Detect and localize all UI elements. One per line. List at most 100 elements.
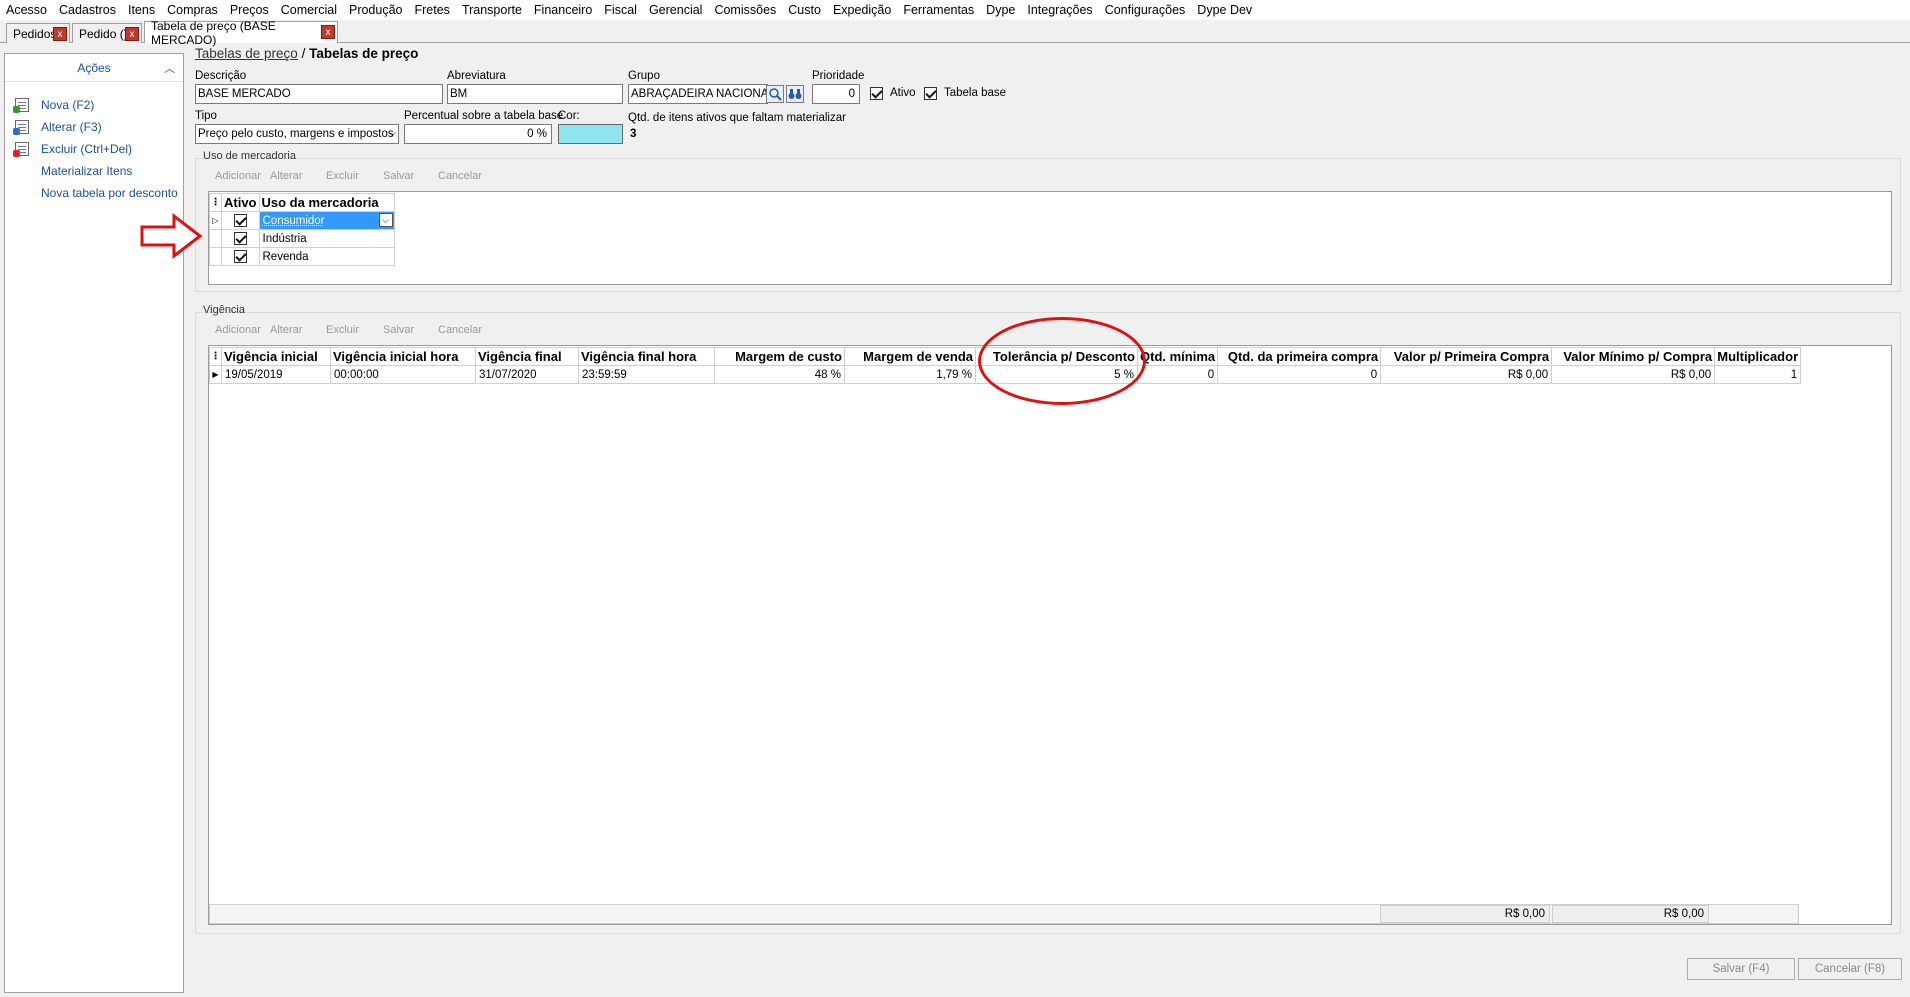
grid-menu-icon[interactable]: ⋮ — [209, 193, 222, 212]
uso-cell-selected[interactable]: Consumidor ⌵ — [258, 211, 395, 230]
uso-save-button[interactable]: Salvar — [383, 170, 414, 182]
valor-minimo-compra-cell[interactable]: R$ 0,00 — [1551, 365, 1716, 384]
sidebar-item-nova[interactable]: Nova (F2) — [5, 94, 183, 116]
col-valor-primeira-compra[interactable]: Valor p/ Primeira Compra — [1380, 347, 1553, 366]
menu-itens[interactable]: Itens — [128, 0, 155, 20]
abreviatura-input[interactable]: BM — [447, 84, 623, 104]
menu-fretes[interactable]: Fretes — [415, 0, 450, 20]
close-icon[interactable]: x — [321, 25, 335, 39]
vigencia-final-cell[interactable]: 31/07/2020 — [475, 365, 579, 384]
menu-integracoes[interactable]: Integrações — [1027, 0, 1092, 20]
multiplicador-cell[interactable]: 1 — [1714, 365, 1802, 384]
menu-custo[interactable]: Custo — [788, 0, 821, 20]
menu-producao[interactable]: Produção — [349, 0, 403, 20]
margem-custo-cell[interactable]: 48 % — [714, 365, 845, 384]
menu-precos[interactable]: Preços — [230, 0, 269, 20]
chevron-down-icon[interactable]: ⌵ — [378, 213, 393, 227]
col-vigencia-final[interactable]: Vigência final — [475, 347, 579, 366]
ativo-cell[interactable] — [221, 247, 260, 266]
col-multiplicador[interactable]: Multiplicador — [1714, 347, 1802, 366]
sidebar-header[interactable]: Ações ︿ — [5, 54, 183, 82]
sidebar-item-label: Alterar (F3) — [41, 120, 102, 134]
col-qtd-minima[interactable]: Qtd. mínima — [1136, 347, 1219, 366]
chevron-down-icon[interactable]: ⌵ — [387, 128, 397, 140]
margem-venda-cell[interactable]: 1,79 % — [844, 365, 976, 384]
search-icon[interactable] — [766, 85, 784, 103]
close-icon[interactable]: x — [53, 27, 67, 41]
tab-pedido[interactable]: Pedido () x — [72, 23, 142, 43]
menu-comercial[interactable]: Comercial — [281, 0, 337, 20]
uso-delete-button[interactable]: Excluir — [326, 170, 359, 182]
menu-fiscal[interactable]: Fiscal — [604, 0, 637, 20]
menu-dype-dev[interactable]: Dype Dev — [1197, 0, 1252, 20]
descricao-input[interactable]: BASE MERCADO — [195, 84, 443, 104]
ativo-checkbox[interactable] — [233, 214, 247, 227]
sidebar-item-excluir[interactable]: Excluir (Ctrl+Del) — [5, 138, 183, 160]
close-icon[interactable]: x — [125, 27, 139, 41]
uso-cancel-button[interactable]: Cancelar — [438, 170, 482, 182]
menu-compras[interactable]: Compras — [167, 0, 218, 20]
vigencia-save-button[interactable]: Salvar — [383, 324, 414, 336]
ativo-cell[interactable] — [221, 211, 260, 230]
ativo-checkbox[interactable] — [233, 250, 247, 263]
sidebar-item-materializar[interactable]: Materializar Itens — [5, 160, 183, 182]
menu-ferramentas[interactable]: Ferramentas — [903, 0, 974, 20]
tab-pedidos[interactable]: Pedidos x — [6, 23, 70, 43]
tipo-select[interactable]: Preço pelo custo, margens e impostos ⌵ — [195, 124, 399, 144]
table-row[interactable]: ▷ Consumidor ⌵ — [209, 211, 395, 230]
sidebar-item-nova-desconto[interactable]: Nova tabela por desconto — [5, 182, 183, 204]
uso-edit-button[interactable]: Alterar — [270, 170, 302, 182]
col-valor-minimo-compra[interactable]: Valor Mínimo p/ Compra — [1551, 347, 1716, 366]
col-margem-custo[interactable]: Margem de custo — [714, 347, 845, 366]
vigencia-inicial-hora-cell[interactable]: 00:00:00 — [330, 365, 476, 384]
ativo-cell[interactable] — [221, 229, 260, 248]
chevron-up-icon[interactable]: ︿ — [164, 60, 175, 76]
qtd-minima-cell[interactable]: 0 — [1136, 365, 1219, 384]
breadcrumb-link[interactable]: Tabelas de preço — [195, 46, 298, 61]
uso-cell[interactable]: Revenda — [258, 247, 395, 266]
vigencia-delete-button[interactable]: Excluir — [326, 324, 359, 336]
vigencia-edit-button[interactable]: Alterar — [270, 324, 302, 336]
col-qtd-primeira-compra[interactable]: Qtd. da primeira compra — [1217, 347, 1382, 366]
vigencia-final-hora-cell[interactable]: 23:59:59 — [578, 365, 715, 384]
cancel-button[interactable]: Cancelar (F8) — [1798, 958, 1902, 980]
menu-financeiro[interactable]: Financeiro — [534, 0, 592, 20]
menu-acesso[interactable]: Acesso — [6, 0, 47, 20]
color-picker[interactable] — [558, 124, 623, 144]
menu-dype[interactable]: Dype — [986, 0, 1015, 20]
prioridade-input[interactable]: 0 — [812, 84, 860, 104]
menu-transporte[interactable]: Transporte — [462, 0, 522, 20]
percentual-input[interactable]: 0 % — [404, 124, 552, 144]
uso-add-button[interactable]: Adicionar — [215, 170, 261, 182]
menu-expedicao[interactable]: Expedição — [833, 0, 891, 20]
col-ativo[interactable]: Ativo — [221, 193, 260, 212]
grid-menu-icon[interactable]: ⋮ — [209, 347, 222, 366]
uso-cell[interactable]: Indústria — [258, 229, 395, 248]
table-row[interactable]: Indústria — [209, 229, 395, 248]
valor-primeira-compra-cell[interactable]: R$ 0,00 — [1380, 365, 1553, 384]
tab-tabela-preco[interactable]: Tabela de preço (BASE MERCADO) x — [144, 19, 338, 47]
col-vigencia-inicial-hora[interactable]: Vigência inicial hora — [330, 347, 476, 366]
col-margem-venda[interactable]: Margem de venda — [844, 347, 976, 366]
col-vigencia-final-hora[interactable]: Vigência final hora — [578, 347, 715, 366]
vigencia-cancel-button[interactable]: Cancelar — [438, 324, 482, 336]
ativo-checkbox[interactable] — [233, 232, 247, 245]
vigencia-inicial-cell[interactable]: 19/05/2019 — [221, 365, 331, 384]
save-button[interactable]: Salvar (F4) — [1687, 958, 1795, 980]
menu-configuracoes[interactable]: Configurações — [1105, 0, 1186, 20]
col-vigencia-inicial[interactable]: Vigência inicial — [221, 347, 331, 366]
col-uso-mercadoria[interactable]: Uso da mercadoria — [258, 193, 395, 212]
sidebar-item-alterar[interactable]: Alterar (F3) — [5, 116, 183, 138]
tabela-base-checkbox[interactable] — [924, 87, 937, 100]
grupo-input[interactable]: ABRAÇADEIRA NACIONAL ( — [628, 84, 768, 104]
binoculars-icon[interactable] — [786, 85, 804, 103]
vigencia-add-button[interactable]: Adicionar — [215, 324, 261, 336]
menu-comissoes[interactable]: Comissões — [714, 0, 776, 20]
menu-cadastros[interactable]: Cadastros — [59, 0, 116, 20]
sidebar-item-label: Nova (F2) — [41, 98, 95, 112]
qtd-primeira-compra-cell[interactable]: 0 — [1217, 365, 1382, 384]
uso-value: Consumidor — [262, 214, 325, 227]
menu-gerencial[interactable]: Gerencial — [649, 0, 703, 20]
ativo-checkbox[interactable] — [870, 87, 883, 100]
table-row[interactable]: Revenda — [209, 247, 395, 266]
